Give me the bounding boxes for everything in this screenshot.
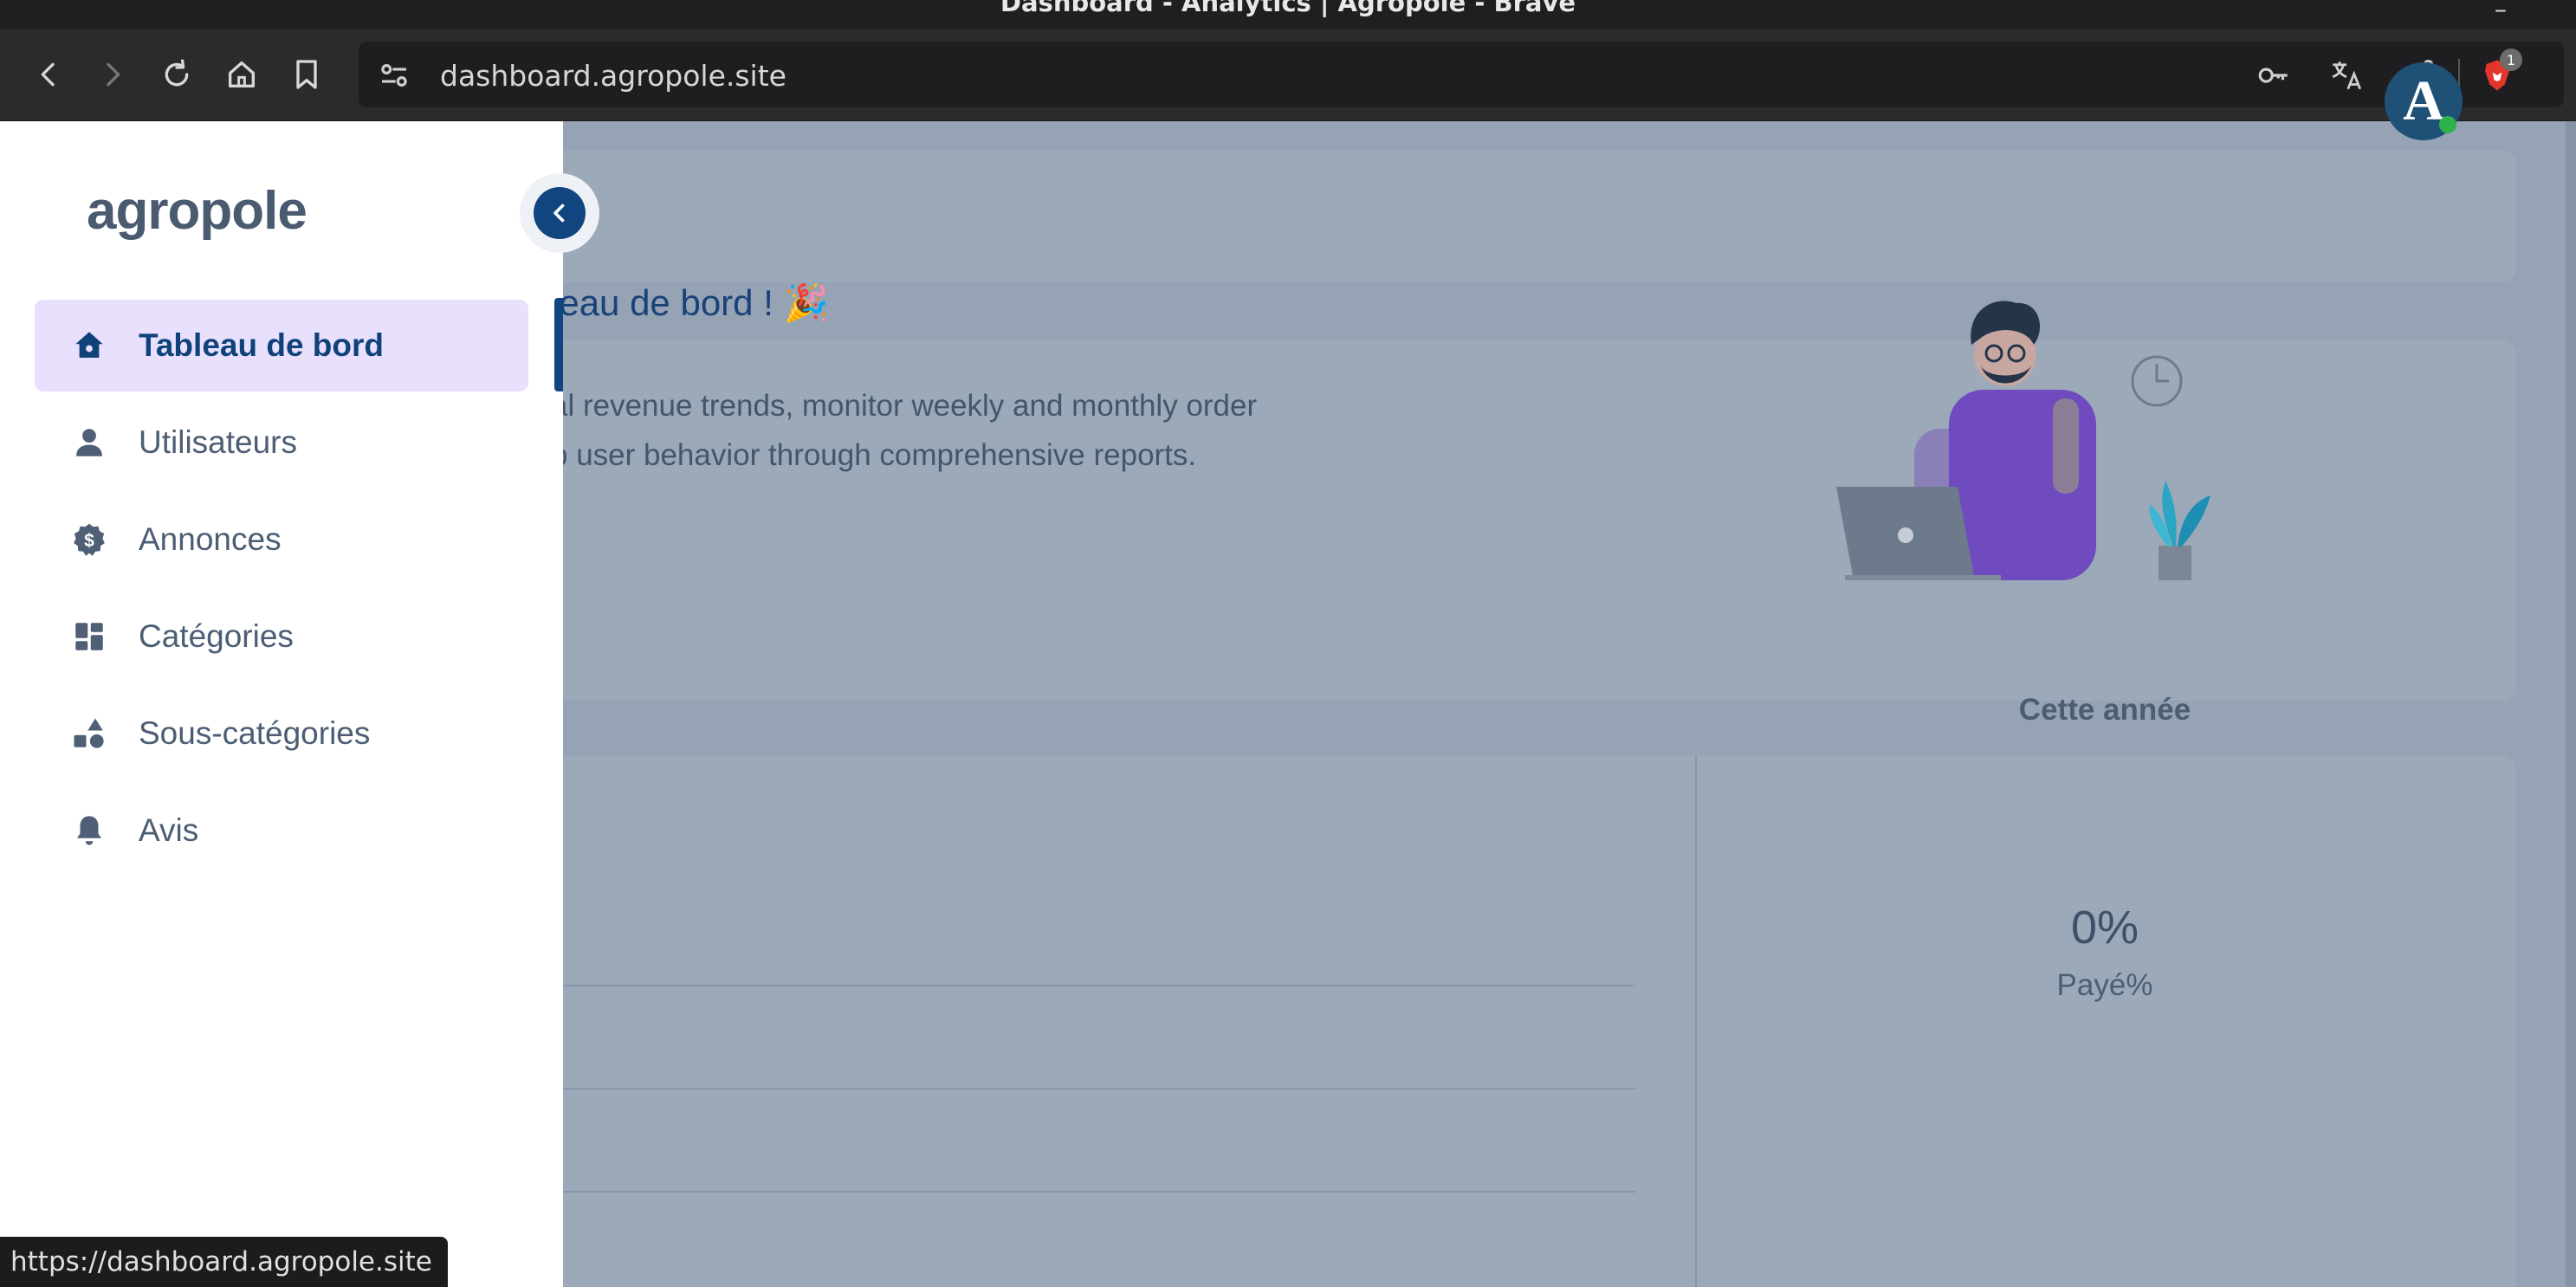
shapes-icon (69, 714, 109, 753)
collapse-button-circle (534, 187, 586, 239)
reload-button[interactable] (158, 55, 196, 94)
reload-icon (165, 59, 189, 87)
sidebar-item-sous-categories[interactable]: Sous-catégories (35, 688, 528, 779)
sidebar-item-avis[interactable]: Avis (35, 785, 528, 876)
window-title: Dashboard - Analytics | Agropole - Brave (1000, 0, 1576, 17)
user-icon (69, 423, 109, 462)
brave-shields-button[interactable]: 1 (2479, 49, 2522, 94)
sidebar-item-utilisateurs[interactable]: Utilisateurs (35, 397, 528, 488)
chart-gridline (561, 1088, 1635, 1090)
sidebar-item-label: Annonces (139, 521, 282, 557)
active-indicator (554, 298, 563, 391)
dollar-badge-icon: $ (69, 520, 109, 559)
bookmark-button[interactable] (288, 55, 326, 94)
forward-icon (107, 62, 120, 87)
welcome-desc-line: p user behavior through comprehensive re… (551, 438, 1197, 472)
sidebar-collapse-button[interactable] (520, 173, 599, 253)
page-scrollbar[interactable] (2566, 121, 2576, 1287)
welcome-desc-line: al revenue trends, monitor weekly and mo… (551, 389, 1258, 423)
sidebar-item-label: Utilisateurs (139, 424, 297, 460)
translate-icon[interactable] (2328, 57, 2365, 94)
sidebar-item-label: Catégories (139, 618, 294, 654)
chevron-left-icon (553, 204, 565, 223)
sidebar-item-label: Sous-catégories (139, 715, 371, 751)
link-status-bubble: https://dashboard.agropole.site (0, 1237, 448, 1287)
password-key-icon[interactable] (2256, 57, 2292, 94)
chart-gridline (561, 1191, 1635, 1193)
sidebar-item-tableau-de-bord[interactable]: Tableau de bord (35, 300, 528, 391)
window-titlebar: Dashboard - Analytics | Agropole - Brave… (0, 0, 2576, 29)
welcome-title: leau de bord ! 🎉 (551, 282, 829, 323)
brand-logo[interactable]: agropole (87, 180, 307, 242)
sidebar-item-annonces[interactable]: $ Annonces (35, 494, 528, 585)
year-stats-title: Cette année (2018, 693, 2191, 727)
sidebar: agropole Tableau de bord Utilisateurs $ … (0, 121, 563, 1287)
home-icon (69, 326, 109, 365)
shields-count-badge: 1 (2500, 49, 2522, 71)
site-settings-icon[interactable] (376, 57, 412, 94)
grid-icon (69, 617, 109, 656)
paid-percentage-value: 0% (2070, 902, 2139, 954)
online-status-dot (2439, 116, 2456, 133)
person-laptop-illustration (1836, 301, 2210, 580)
back-button[interactable] (29, 55, 68, 94)
bookmark-icon (296, 60, 317, 89)
bell-icon (69, 811, 109, 850)
sidebar-item-categories[interactable]: Catégories (35, 591, 528, 682)
forward-button[interactable] (94, 55, 132, 94)
chart-gridline (561, 985, 1635, 986)
address-bar[interactable]: dashboard.agropole.site 1 (359, 42, 2564, 107)
paid-percentage-label: Payé% (2056, 968, 2153, 1002)
url-text[interactable]: dashboard.agropole.site (440, 59, 786, 93)
browser-toolbar: dashboard.agropole.site 1 (0, 29, 2576, 122)
stats-divider (1695, 756, 1697, 1287)
welcome-description: al revenue trends, monitor weekly and mo… (551, 381, 1382, 480)
top-navbar-card (502, 151, 2516, 282)
svg-text:$: $ (84, 531, 94, 551)
sidebar-item-label: Tableau de bord (139, 327, 385, 363)
minimize-button[interactable]: – (2495, 0, 2507, 23)
stats-card (502, 756, 2516, 1287)
home-button[interactable] (223, 55, 261, 94)
home-outline-icon (229, 61, 255, 88)
sidebar-item-label: Avis (139, 812, 199, 848)
back-icon (41, 62, 55, 87)
